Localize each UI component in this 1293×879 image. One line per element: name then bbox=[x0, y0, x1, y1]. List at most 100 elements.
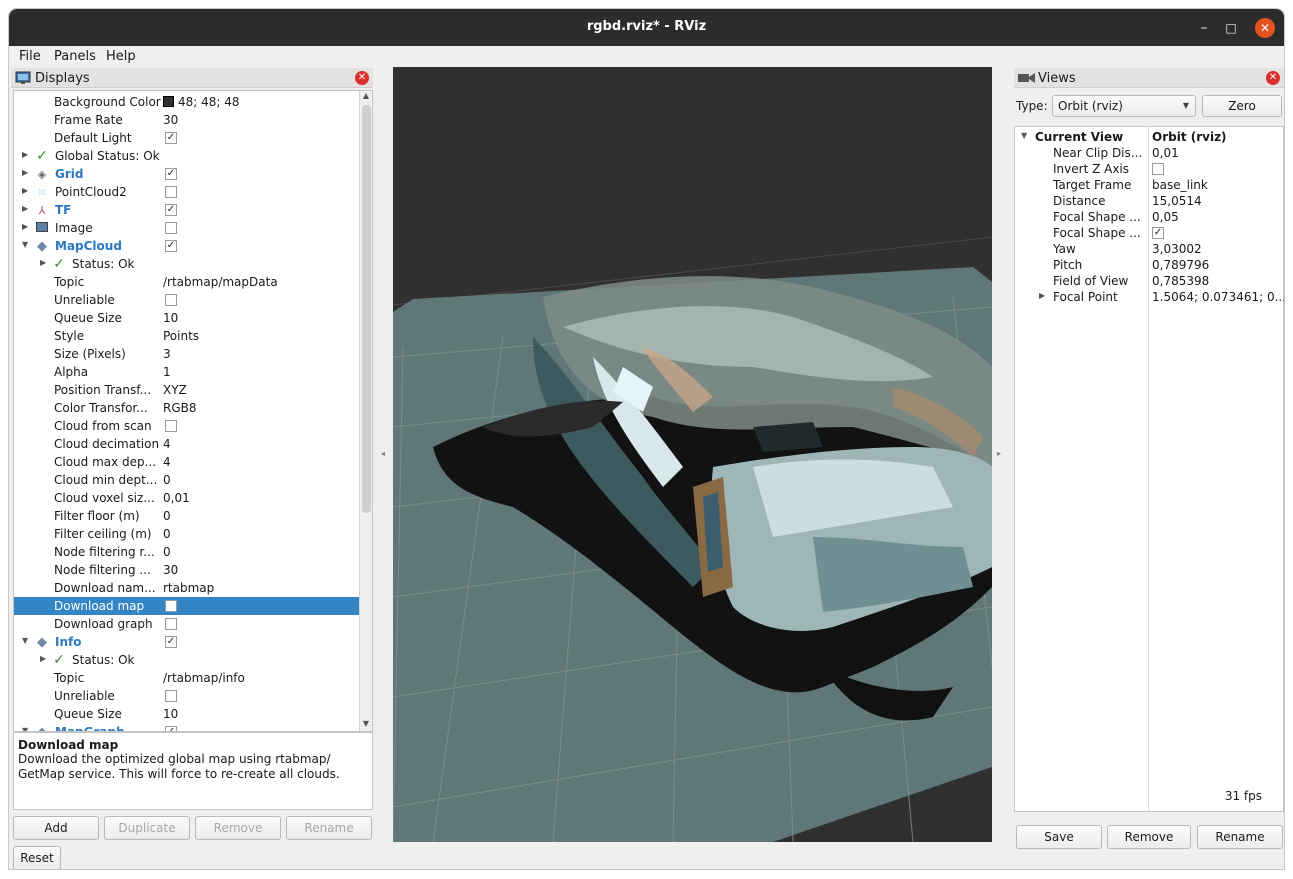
display-row-value[interactable]: Points bbox=[163, 329, 199, 343]
display-row[interactable]: ▼◆MapGraph✓ bbox=[14, 723, 360, 731]
display-row-value[interactable]: 0,01 bbox=[163, 491, 190, 505]
left-splitter-handle[interactable]: ◂ bbox=[381, 449, 385, 458]
display-row[interactable]: Background Color 48; 48; 48 bbox=[14, 93, 360, 111]
chevron-right-icon[interactable]: ▶ bbox=[22, 150, 28, 159]
duplicate-button[interactable]: Duplicate bbox=[104, 816, 190, 840]
displays-scrollbar[interactable]: ▲ ▼ bbox=[359, 91, 372, 731]
rename-display-button[interactable]: Rename bbox=[286, 816, 372, 840]
display-row-value[interactable]: 10 bbox=[163, 707, 178, 721]
checkbox[interactable]: ✓ bbox=[1152, 227, 1164, 239]
display-row[interactable]: Topic/rtabmap/info bbox=[14, 669, 360, 687]
chevron-right-icon[interactable]: ▶ bbox=[22, 168, 28, 177]
view-type-select[interactable]: Orbit (rviz) ▼ bbox=[1052, 95, 1196, 117]
save-view-button[interactable]: Save bbox=[1016, 825, 1102, 849]
display-row[interactable]: ▶ ⁙ PointCloud2 bbox=[14, 183, 360, 201]
zero-button[interactable]: Zero bbox=[1202, 95, 1282, 117]
chevron-right-icon[interactable]: ▶ bbox=[22, 222, 28, 231]
view-property-row[interactable]: Focal Shape ... 0,05 bbox=[1015, 209, 1283, 225]
display-row[interactable]: Filter ceiling (m) 0 bbox=[14, 525, 360, 543]
view-properties-tree[interactable]: ▼ Current View Orbit (rviz) Near Clip Dis..… bbox=[1014, 126, 1284, 812]
display-row-value[interactable]: XYZ bbox=[163, 383, 187, 397]
maximize-button[interactable]: □ bbox=[1221, 18, 1241, 38]
chevron-right-icon[interactable]: ▶ bbox=[40, 654, 46, 663]
display-row[interactable]: Download map bbox=[14, 597, 360, 615]
view-property-value[interactable]: Orbit (rviz) bbox=[1152, 130, 1227, 144]
view-property-value[interactable]: 0,05 bbox=[1152, 210, 1179, 224]
display-row[interactable]: Node filtering r... 0 bbox=[14, 543, 360, 561]
checkbox[interactable] bbox=[1152, 163, 1164, 175]
scroll-thumb[interactable] bbox=[362, 105, 371, 513]
display-row-value[interactable]: 0 bbox=[163, 527, 171, 541]
checkbox[interactable]: ✓ bbox=[165, 636, 177, 648]
view-property-row[interactable]: Target Frame base_link bbox=[1015, 177, 1283, 193]
menu-file[interactable]: File bbox=[19, 49, 41, 64]
close-button[interactable]: ✕ bbox=[1255, 18, 1275, 38]
display-row[interactable]: Default Light ✓ bbox=[14, 129, 360, 147]
title-bar[interactable]: rgbd.rviz* - RViz – □ ✕ bbox=[9, 9, 1284, 46]
display-row-value[interactable]: 1 bbox=[163, 365, 171, 379]
display-row[interactable]: Color Transfor... RGB8 bbox=[14, 399, 360, 417]
view-property-value[interactable]: 0,785398 bbox=[1152, 274, 1209, 288]
view-property-value[interactable]: 1.5064; 0.073461; 0... bbox=[1152, 290, 1284, 304]
display-row[interactable]: Style Points bbox=[14, 327, 360, 345]
display-row[interactable]: Alpha 1 bbox=[14, 363, 360, 381]
display-row[interactable]: ▼ ◆ Info ✓ bbox=[14, 633, 360, 651]
display-row[interactable]: ▶ ✓ Global Status: Ok bbox=[14, 147, 360, 165]
view-property-value[interactable]: 3,03002 bbox=[1152, 242, 1202, 256]
display-row[interactable]: Queue Size 10 bbox=[14, 309, 360, 327]
display-row-value[interactable]: 0 bbox=[163, 473, 171, 487]
rename-view-button[interactable]: Rename bbox=[1197, 825, 1283, 849]
checkbox[interactable]: ✓ bbox=[165, 240, 177, 252]
remove-display-button[interactable]: Remove bbox=[195, 816, 281, 840]
menu-panels[interactable]: Panels bbox=[54, 49, 96, 64]
checkbox[interactable]: ✓ bbox=[165, 168, 177, 180]
color-value[interactable]: 48; 48; 48 bbox=[163, 95, 240, 109]
view-property-row[interactable]: ▼ Current View Orbit (rviz) bbox=[1015, 129, 1283, 145]
right-splitter-handle[interactable]: ▸ bbox=[997, 449, 1001, 458]
display-row-value[interactable]: 4 bbox=[163, 437, 171, 451]
checkbox[interactable] bbox=[165, 186, 177, 198]
reset-button[interactable]: Reset bbox=[13, 846, 61, 869]
display-row[interactable]: ▶ ✓ Status: Ok bbox=[14, 651, 360, 669]
view-property-row[interactable]: Yaw 3,03002 bbox=[1015, 241, 1283, 257]
view-property-row[interactable]: Invert Z Axis bbox=[1015, 161, 1283, 177]
add-button[interactable]: Add bbox=[13, 816, 99, 840]
view-property-row[interactable]: ▶ Focal Point 1.5064; 0.073461; 0... bbox=[1015, 289, 1284, 305]
view-property-value[interactable]: 15,0514 bbox=[1152, 194, 1202, 208]
display-row[interactable]: Cloud from scan bbox=[14, 417, 360, 435]
minimize-button[interactable]: – bbox=[1194, 18, 1214, 38]
display-row-value[interactable]: /rtabmap/mapData bbox=[163, 275, 278, 289]
chevron-right-icon[interactable]: ▶ bbox=[1039, 291, 1045, 300]
checkbox[interactable]: ✓ bbox=[165, 204, 177, 216]
display-row[interactable]: Cloud max dep... 4 bbox=[14, 453, 360, 471]
display-row[interactable]: Unreliable bbox=[14, 687, 360, 705]
display-row[interactable]: ▶ ◈ Grid ✓ bbox=[14, 165, 360, 183]
checkbox[interactable] bbox=[165, 222, 177, 234]
remove-view-button[interactable]: Remove bbox=[1107, 825, 1191, 849]
3d-viewport[interactable] bbox=[393, 67, 992, 842]
display-row[interactable]: ▶ ⅄ TF ✓ bbox=[14, 201, 360, 219]
view-property-row[interactable]: Field of View 0,785398 bbox=[1015, 273, 1283, 289]
checkbox[interactable] bbox=[165, 420, 177, 432]
chevron-right-icon[interactable]: ▶ bbox=[40, 258, 46, 267]
display-row[interactable]: Download graph bbox=[14, 615, 360, 633]
point-cloud-render[interactable] bbox=[393, 67, 992, 842]
display-row-value[interactable]: RGB8 bbox=[163, 401, 197, 415]
chevron-down-icon[interactable]: ▼ bbox=[22, 636, 28, 645]
checkbox[interactable] bbox=[165, 618, 177, 630]
display-row[interactable]: Frame Rate 30 bbox=[14, 111, 360, 129]
display-row-value[interactable]: /rtabmap/info bbox=[163, 671, 245, 685]
display-row[interactable]: ▶ Image bbox=[14, 219, 360, 237]
view-property-row[interactable]: Distance 15,0514 bbox=[1015, 193, 1283, 209]
display-row-value[interactable]: rtabmap bbox=[163, 581, 214, 595]
scroll-up-icon[interactable]: ▲ bbox=[360, 91, 372, 103]
display-row[interactable]: Position Transf... XYZ bbox=[14, 381, 360, 399]
view-property-value[interactable]: 0,01 bbox=[1152, 146, 1179, 160]
display-row-value[interactable]: 0 bbox=[163, 509, 171, 523]
display-row-value[interactable]: 0 bbox=[163, 545, 171, 559]
view-property-value[interactable]: 0,789796 bbox=[1152, 258, 1209, 272]
display-row-value[interactable]: 30 bbox=[163, 113, 178, 127]
display-row[interactable]: ▼ ◆ MapCloud ✓ bbox=[14, 237, 360, 255]
display-row-value[interactable]: 30 bbox=[163, 563, 178, 577]
checkbox[interactable]: ✓ bbox=[165, 132, 177, 144]
